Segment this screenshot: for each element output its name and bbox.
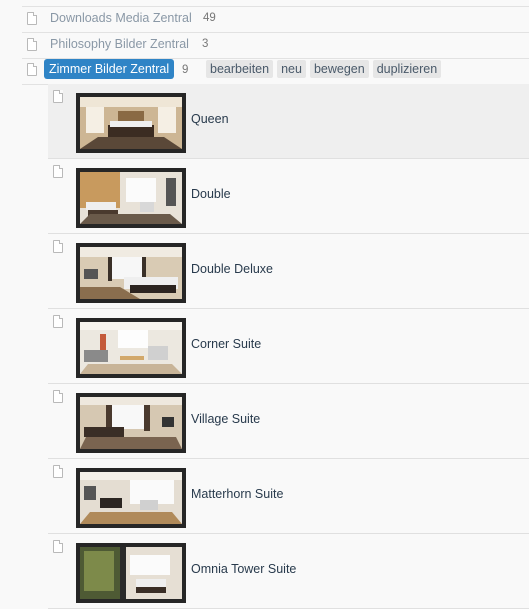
- item-name[interactable]: Corner Suite: [191, 337, 261, 351]
- list-item[interactable]: Matterhorn Suite: [48, 459, 529, 534]
- file-icon: [27, 12, 37, 25]
- edit-button[interactable]: bearbeiten: [206, 60, 274, 78]
- duplicate-button[interactable]: duplizieren: [372, 60, 442, 78]
- folder-name[interactable]: Downloads Media Zentral: [50, 11, 192, 25]
- file-icon: [53, 390, 63, 403]
- list-item[interactable]: Queen: [48, 84, 529, 159]
- room-thumbnail[interactable]: [76, 93, 186, 153]
- room-thumbnail[interactable]: [76, 168, 186, 228]
- room-thumbnail[interactable]: [76, 468, 186, 528]
- room-thumbnail[interactable]: [76, 243, 186, 303]
- item-name[interactable]: Double Deluxe: [191, 262, 273, 276]
- new-button[interactable]: neu: [277, 60, 306, 78]
- folder-row-downloads[interactable]: Downloads Media Zentral 49: [22, 7, 529, 33]
- file-icon: [53, 240, 63, 253]
- move-button[interactable]: bewegen: [309, 60, 369, 78]
- folder-row-zimmer[interactable]: Zimmer Bilder Zentral 9 bearbeiten neu b…: [22, 58, 529, 85]
- file-icon: [53, 90, 63, 103]
- list-item[interactable]: Corner Suite: [48, 309, 529, 384]
- room-thumbnail[interactable]: [76, 543, 186, 603]
- folder-count: 9: [182, 64, 189, 76]
- file-icon: [27, 38, 37, 51]
- list-item[interactable]: Double Deluxe: [48, 234, 529, 309]
- file-icon: [27, 63, 37, 76]
- room-thumbnail[interactable]: [76, 318, 186, 378]
- image-list: Queen Double Double Deluxe Corner Suite …: [48, 84, 529, 609]
- file-icon: [53, 315, 63, 328]
- folder-count: 3: [202, 38, 209, 50]
- file-icon: [53, 540, 63, 553]
- folder-row-philosophy[interactable]: Philosophy Bilder Zentral 3: [22, 33, 529, 59]
- item-name[interactable]: Village Suite: [191, 412, 260, 426]
- item-name[interactable]: Double: [191, 187, 231, 201]
- active-folder-label[interactable]: Zimmer Bilder Zentral: [44, 59, 175, 79]
- folder-name[interactable]: Philosophy Bilder Zentral: [50, 37, 189, 51]
- folder-actions: bearbeiten neu bewegen duplizieren: [206, 60, 442, 78]
- room-thumbnail[interactable]: [76, 393, 186, 453]
- list-item[interactable]: Omnia Tower Suite: [48, 534, 529, 609]
- list-item[interactable]: Double: [48, 159, 529, 234]
- folder-count: 49: [203, 12, 216, 24]
- file-icon: [53, 165, 63, 178]
- file-icon: [53, 465, 63, 478]
- item-name[interactable]: Matterhorn Suite: [191, 487, 283, 501]
- list-item[interactable]: Village Suite: [48, 384, 529, 459]
- item-name[interactable]: Omnia Tower Suite: [191, 562, 296, 576]
- item-name[interactable]: Queen: [191, 112, 229, 126]
